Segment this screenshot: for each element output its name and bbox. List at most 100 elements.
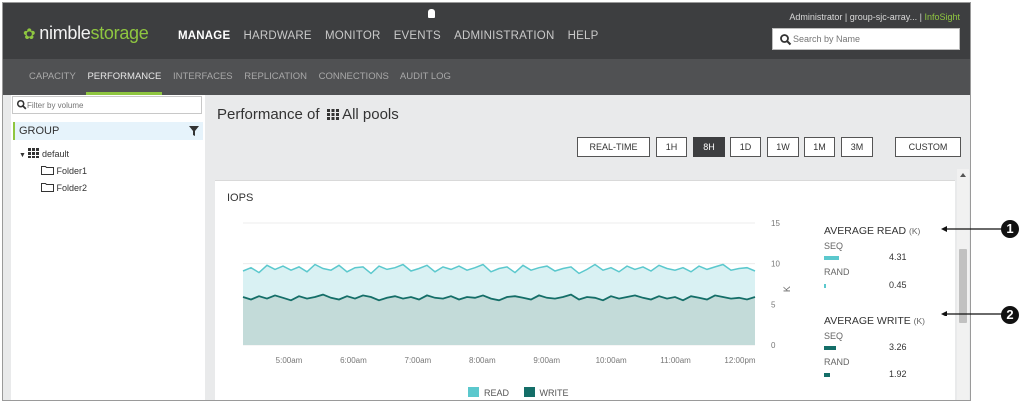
arrowhead-icon xyxy=(941,226,947,232)
top-bar: ✿ nimblestorage MANAGE HARDWARE MONITOR E… xyxy=(3,3,970,59)
write-seq-swatch xyxy=(824,346,836,350)
tab-replication[interactable]: REPLICATION xyxy=(244,71,307,82)
group-menu[interactable]: group-sjc-array... xyxy=(850,12,917,22)
page-title-prefix: Performance of xyxy=(217,106,320,123)
x-tick-label: 12:00pm xyxy=(724,356,755,365)
range-1m-button[interactable]: 1M xyxy=(804,137,835,157)
range-1h-button[interactable]: 1H xyxy=(656,137,687,157)
tab-audit-log[interactable]: AUDIT LOG xyxy=(400,71,451,82)
tree-node-label: Folder2 xyxy=(56,183,88,193)
filter-icon[interactable] xyxy=(189,126,199,136)
chart-legend: READ WRITE xyxy=(468,387,569,398)
folder-icon xyxy=(41,166,54,175)
read-rand-value: 0.45 xyxy=(889,280,907,290)
x-tick-label: 6:00am xyxy=(340,356,367,365)
brand-name: nimble xyxy=(39,23,91,43)
tree-node-label: Folder1 xyxy=(56,166,88,176)
main-content: Performance of All pools REAL-TIME 1H 8H… xyxy=(209,95,970,400)
write-rand-swatch xyxy=(824,373,830,377)
tab-connections[interactable]: CONNECTIONS xyxy=(319,71,389,82)
infosight-link[interactable]: InfoSight xyxy=(924,12,960,22)
brand-name-suffix: storage xyxy=(90,23,149,43)
x-tick-label: 8:00am xyxy=(469,356,496,365)
tree-node-label: default xyxy=(41,149,69,159)
nav-help[interactable]: HELP xyxy=(568,30,599,42)
y-axis-label: K xyxy=(782,286,792,292)
write-seq-label: SEQ xyxy=(824,331,844,341)
user-menu[interactable]: Administrator xyxy=(789,12,842,22)
nav-hardware[interactable]: HARDWARE xyxy=(244,30,312,42)
y-tick-label: 15 xyxy=(771,219,780,228)
x-tick-label: 10:00am xyxy=(596,356,627,365)
filter-volume-input[interactable] xyxy=(27,99,197,111)
legend-read-swatch xyxy=(468,387,479,397)
search-input[interactable] xyxy=(793,32,953,46)
iops-chart: 0 5 10 15 K 5:00am 6:00am 7:00am 8:00am 9:00am 10:… xyxy=(242,219,792,365)
read-rand-label: RAND xyxy=(824,267,850,277)
group-selector[interactable]: GROUP xyxy=(13,122,203,140)
pool-grid-icon xyxy=(28,148,40,158)
read-rand-swatch xyxy=(824,284,826,288)
avg-write-unit: (K) xyxy=(913,316,925,326)
tab-capacity[interactable]: CAPACITY xyxy=(29,71,76,82)
avg-read-label: AVERAGE READ xyxy=(824,225,907,237)
iops-card: IOPS 0 5 10 15 K 5:00am 6:00am 7:00am 8:00am 9:00… xyxy=(215,180,955,400)
tree-node-default[interactable]: ▼ default xyxy=(19,148,69,159)
filter-box xyxy=(12,96,202,114)
page-title: Performance of All pools xyxy=(217,106,399,123)
write-rand-value: 1.92 xyxy=(889,369,907,379)
app-window: ✿ nimblestorage MANAGE HARDWARE MONITOR E… xyxy=(2,2,971,401)
scroll-up-icon[interactable] xyxy=(957,171,969,179)
avg-write-title: AVERAGE WRITE (K) xyxy=(824,315,925,327)
nav-monitor[interactable]: MONITOR xyxy=(325,30,381,42)
read-seq-value: 4.31 xyxy=(889,252,907,262)
avg-write-label: AVERAGE WRITE xyxy=(824,315,911,327)
group-label: GROUP xyxy=(19,125,60,137)
nav-administration[interactable]: ADMINISTRATION xyxy=(454,30,554,42)
bell-icon[interactable] xyxy=(428,9,435,18)
folder-icon xyxy=(41,183,54,192)
x-tick-label: 5:00am xyxy=(276,356,303,365)
tab-performance[interactable]: PERFORMANCE xyxy=(87,71,161,82)
range-realtime-button[interactable]: REAL-TIME xyxy=(577,137,650,157)
x-tick-label: 11:00am xyxy=(660,356,691,365)
write-area xyxy=(243,294,755,345)
arrowhead-icon xyxy=(941,311,947,316)
range-custom-button[interactable]: CUSTOM xyxy=(895,137,961,157)
legend-read-label[interactable]: READ xyxy=(484,388,509,398)
range-1d-button[interactable]: 1D xyxy=(730,137,761,157)
sub-nav: CAPACITY PERFORMANCE INTERFACES REPLICAT… xyxy=(3,59,970,95)
range-1w-button[interactable]: 1W xyxy=(767,137,799,157)
tree-node-folder2[interactable]: Folder2 xyxy=(41,182,87,193)
separator: | xyxy=(844,12,848,22)
tab-interfaces[interactable]: INTERFACES xyxy=(173,71,233,82)
user-line: Administrator | group-sjc-array... | Inf… xyxy=(789,12,960,22)
caret-down-icon[interactable]: ▼ xyxy=(19,152,26,159)
y-tick-label: 10 xyxy=(771,260,780,269)
write-seq-value: 3.26 xyxy=(889,342,907,352)
range-3m-button[interactable]: 3M xyxy=(841,137,873,157)
x-tick-label: 7:00am xyxy=(405,356,432,365)
legend-write-label[interactable]: WRITE xyxy=(540,388,569,398)
sidebar: GROUP ▼ default Folder1 xyxy=(11,95,205,400)
legend-write-swatch xyxy=(523,387,535,397)
nav-manage[interactable]: MANAGE xyxy=(178,30,230,42)
y-tick-label: 0 xyxy=(771,341,776,350)
range-8h-button[interactable]: 8H xyxy=(693,137,725,157)
search-box xyxy=(772,28,960,50)
pool-grid-icon xyxy=(326,109,339,120)
write-rand-label: RAND xyxy=(824,357,850,367)
read-seq-swatch xyxy=(824,256,839,260)
main-nav: MANAGE HARDWARE MONITOR EVENTS ADMINISTR… xyxy=(178,30,609,42)
avg-read-title: AVERAGE READ (K) xyxy=(824,225,920,237)
separator: | xyxy=(919,12,922,22)
nav-events[interactable]: EVENTS xyxy=(394,30,441,42)
read-seq-label: SEQ xyxy=(824,241,844,251)
x-tick-label: 9:00am xyxy=(533,356,560,365)
tree-node-folder1[interactable]: Folder1 xyxy=(41,165,87,176)
callout-arrows xyxy=(941,226,1002,316)
brand-logo[interactable]: ✿ nimblestorage xyxy=(23,23,149,44)
search-icon xyxy=(780,34,792,46)
leaf-icon: ✿ xyxy=(23,26,36,43)
avg-read-unit: (K) xyxy=(909,226,921,236)
